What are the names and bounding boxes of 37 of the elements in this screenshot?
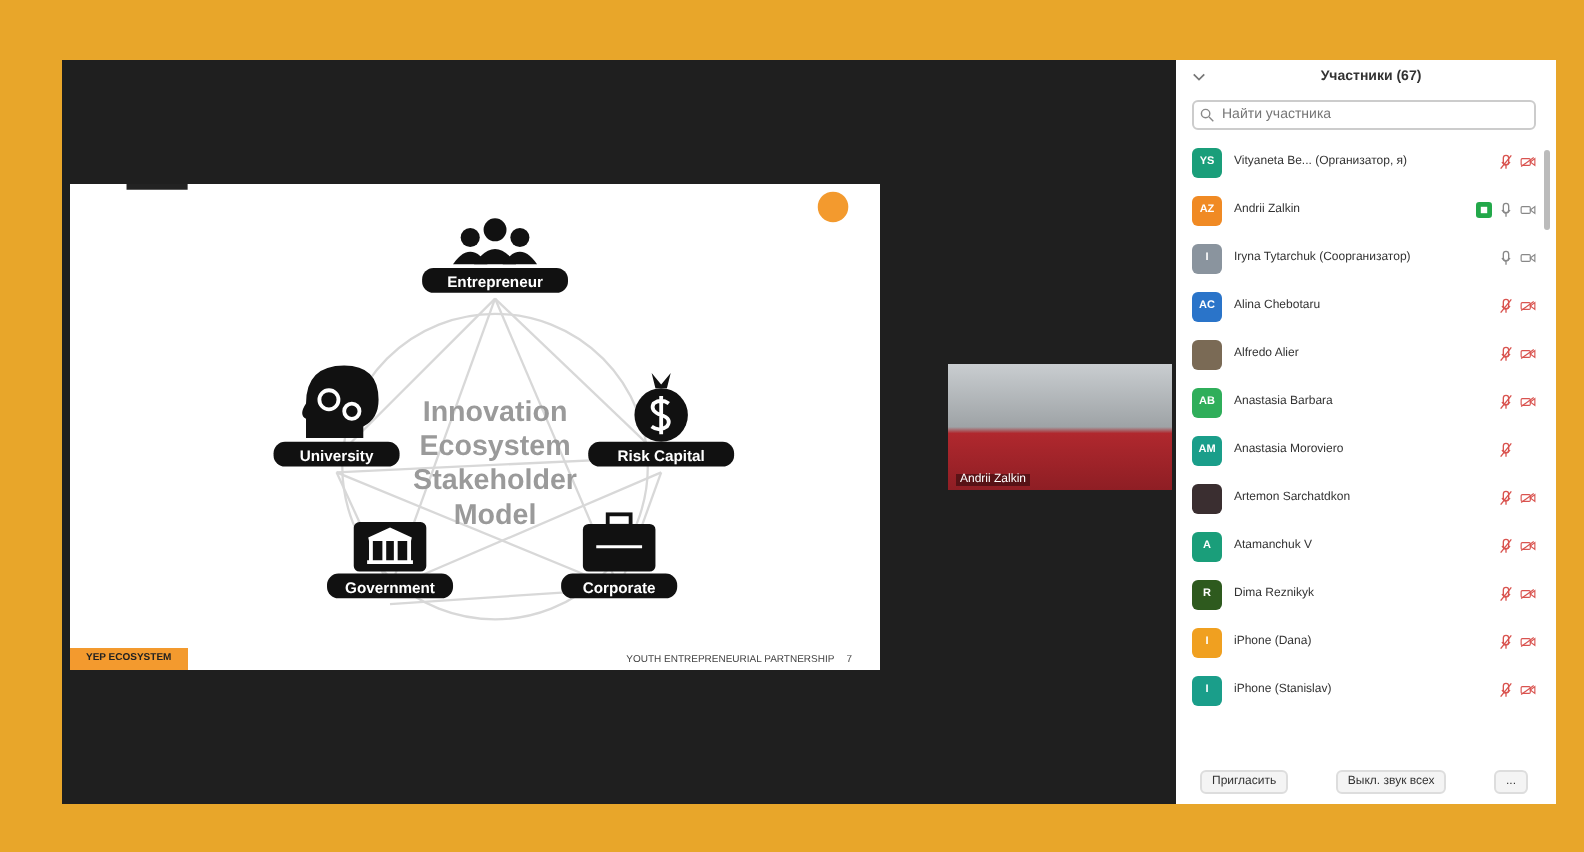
- video-icon[interactable]: [1520, 202, 1536, 218]
- node-label: Risk Capital: [588, 441, 735, 467]
- video-off-icon[interactable]: [1520, 490, 1536, 506]
- video-off-icon[interactable]: [1520, 538, 1536, 554]
- muted-mic-icon[interactable]: [1498, 634, 1514, 650]
- muted-mic-icon[interactable]: [1498, 442, 1514, 458]
- people-icon: [453, 218, 538, 265]
- video-off-icon[interactable]: [1520, 298, 1536, 314]
- money-bag-icon: [634, 373, 688, 442]
- muted-mic-icon[interactable]: [1498, 490, 1514, 506]
- muted-mic-icon[interactable]: [1498, 538, 1514, 554]
- chevron-icon[interactable]: [1192, 71, 1206, 81]
- slide-heading: Innovation Ecosystem Stakeholder Model: [413, 396, 577, 532]
- video-off-icon[interactable]: [1520, 394, 1536, 410]
- logo-icon: [817, 191, 849, 223]
- muted-mic-icon[interactable]: [1498, 682, 1514, 698]
- briefcase-icon: [582, 512, 656, 572]
- node-label: University: [273, 441, 400, 467]
- node-label: Government: [327, 573, 454, 599]
- muted-mic-icon[interactable]: [1498, 298, 1514, 314]
- muted-mic-icon[interactable]: [1498, 394, 1514, 410]
- video-icon[interactable]: [1520, 250, 1536, 266]
- bank-icon: [353, 522, 427, 572]
- accent-bar: [126, 184, 188, 190]
- search-icon: [1200, 108, 1214, 122]
- video-off-icon[interactable]: [1520, 682, 1536, 698]
- video-off-icon[interactable]: [1520, 586, 1536, 602]
- head-gears-icon: [302, 365, 379, 438]
- node-label: Corporate: [561, 573, 678, 599]
- mic-icon[interactable]: [1498, 250, 1514, 266]
- mic-icon[interactable]: [1498, 202, 1514, 218]
- video-off-icon[interactable]: [1520, 154, 1536, 170]
- video-off-icon[interactable]: [1520, 346, 1536, 362]
- video-off-icon[interactable]: [1520, 634, 1536, 650]
- muted-mic-icon[interactable]: [1498, 154, 1514, 170]
- muted-mic-icon[interactable]: [1498, 586, 1514, 602]
- muted-mic-icon[interactable]: [1498, 346, 1514, 362]
